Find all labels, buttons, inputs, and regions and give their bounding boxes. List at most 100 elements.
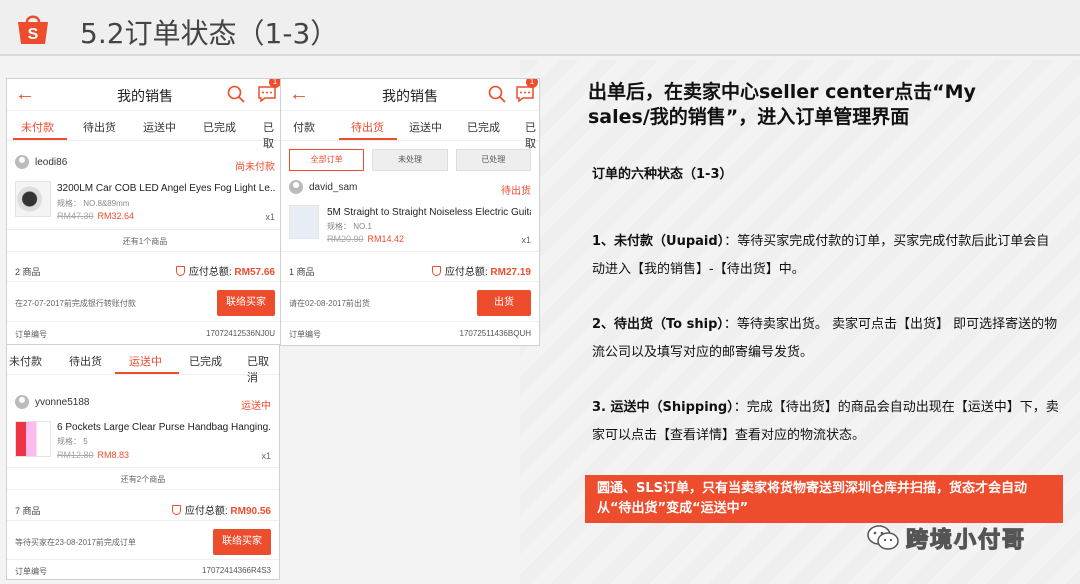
divider [281, 251, 539, 252]
status-unpaid-description: 1、未付款（Uupaid）：等待买家完成付款的订单，买家完成付款后此订单会自动进… [592, 228, 1062, 284]
buyer-name: david_sam [309, 181, 358, 193]
original-price: RM12.80 [57, 450, 94, 460]
order-number-label: 订单编号 [15, 330, 47, 339]
sale-price: RM32.64 [97, 211, 135, 221]
tab-to-ship[interactable]: 待出货 [351, 119, 384, 135]
tab-completed[interactable]: 已完成 [467, 119, 500, 135]
order-number: 17072414366R4S3 [202, 566, 271, 575]
contact-buyer-button[interactable]: 联络买家 [217, 290, 275, 316]
status-shipping-title: 3. 运送中（Shipping） [592, 400, 734, 415]
slide-title: 5.2订单状态（1-3） [80, 17, 339, 50]
tab-completed[interactable]: 已完成 [203, 119, 236, 135]
order-total: 应付总额: RM57.66 [175, 263, 275, 278]
product-spec: 规格： NO.1 [327, 222, 372, 231]
product-name[interactable]: 6 Pockets Large Clear Purse Handbag Hang… [57, 422, 271, 433]
total-amount: RM57.66 [234, 267, 275, 278]
shopee-logo-icon: S [18, 15, 48, 44]
status-to-ship-title: 2、待出货（To ship） [592, 317, 724, 332]
product-image[interactable] [289, 205, 319, 239]
tab-unpaid[interactable]: 未付款 [21, 119, 54, 135]
watermark-text: 跨境小付哥 [905, 527, 1027, 553]
divider [7, 229, 283, 230]
more-items-link[interactable]: 还有1个商品 [7, 236, 283, 247]
item-count: 2 商品 [15, 267, 41, 277]
status-to-ship-description: 2、待出货（To ship）：等待卖家出货。 卖家可点击【出货】 即可选择寄送的… [592, 311, 1062, 367]
tab-unpaid[interactable]: 未付款 [9, 353, 42, 369]
active-tab-indicator [339, 138, 397, 140]
product-name[interactable]: 3200LM Car COB LED Angel Eyes Fog Light … [57, 183, 275, 194]
item-count: 1 商品 [289, 267, 315, 277]
wechat-icon [867, 525, 899, 550]
topbar: ← 我的销售 1 [7, 79, 283, 111]
subtitle: 订单的六种状态（1-3） [592, 167, 733, 182]
divider [7, 559, 279, 560]
tab-completed[interactable]: 已完成 [189, 353, 222, 369]
status-tabs: 付款 待出货 运送中 已完成 已取 [281, 111, 539, 150]
tab-to-ship[interactable]: 待出货 [69, 353, 102, 369]
divider [7, 321, 283, 322]
total-label: 应付总额: [188, 267, 232, 278]
original-price: RM20.90 [327, 234, 364, 244]
search-icon[interactable] [227, 85, 245, 103]
search-icon[interactable] [488, 85, 506, 103]
contact-buyer-button[interactable]: 联络买家 [213, 529, 271, 555]
phone-to-ship: ← 我的销售 1 付款 待出货 运送中 已完成 已取 全部订单 未处理 已处理 … [280, 78, 540, 346]
tab-shipping[interactable]: 运送中 [409, 119, 442, 135]
product-image[interactable] [15, 181, 51, 217]
order-number-label: 订单编号 [289, 330, 321, 339]
active-tab-indicator [115, 372, 179, 374]
more-items-link[interactable]: 还有2个商品 [7, 474, 279, 485]
slide-header: S 5.2订单状态（1-3） [0, 0, 1080, 56]
svg-text:S: S [28, 26, 39, 43]
order-status: 待出货 [501, 186, 531, 197]
buyer-name: leodi86 [35, 156, 68, 168]
avatar [289, 180, 303, 194]
buyer-row[interactable]: yvonne5188 [15, 395, 279, 409]
product-price: RM12.80 RM8.83 [57, 450, 129, 460]
divider [7, 489, 279, 490]
order-number: 17072412536NJ0U [206, 329, 275, 338]
tab-to-ship[interactable]: 待出货 [83, 119, 116, 135]
payment-deadline-note: 在27-07-2017前完成银行转账付款 [15, 299, 136, 308]
tab-cancelled[interactable]: 已取 [525, 119, 539, 151]
tab-unpaid[interactable]: 付款 [293, 119, 315, 135]
ship-button[interactable]: 出货 [477, 290, 531, 316]
original-price: RM47.30 [57, 211, 94, 221]
tab-cancelled[interactable]: 已取消 [247, 353, 279, 385]
shield-icon [175, 266, 185, 276]
order-status: 运送中 [241, 401, 271, 412]
phone-unpaid: ← 我的销售 1 未付款 待出货 运送中 已完成 已取 leodi86 尚未付款… [6, 78, 284, 346]
divider [7, 520, 279, 521]
order-number-label: 订单编号 [15, 567, 47, 576]
quantity: x1 [265, 212, 275, 222]
filter-unprocessed[interactable]: 未处理 [372, 149, 448, 171]
product-spec: 规格： NO.8&89mm [57, 199, 130, 208]
divider [7, 467, 279, 468]
callout-note: 圆通、SLS订单，只有当卖家将货物寄送到深圳仓库并扫描，货态才会自动从“待出货”… [585, 475, 1063, 523]
filter-all-orders[interactable]: 全部订单 [289, 149, 365, 171]
tab-shipping[interactable]: 运送中 [129, 353, 162, 369]
divider [7, 251, 283, 252]
ship-deadline-note: 请在02-08-2017前出货 [289, 299, 370, 308]
total-label: 应付总额: [184, 506, 228, 517]
product-name[interactable]: 5M Straight to Straight Noiseless Electr… [327, 207, 531, 218]
buyer-name: yvonne5188 [35, 396, 90, 408]
phone-shipping: 未付款 待出货 运送中 已完成 已取消 yvonne5188 运送中 6 Poc… [6, 344, 280, 580]
order-total: 应付总额: RM90.56 [171, 502, 271, 517]
active-tab-indicator [13, 138, 67, 140]
filter-processed[interactable]: 已处理 [455, 149, 531, 171]
product-image[interactable] [15, 421, 51, 457]
status-tabs: 未付款 待出货 运送中 已完成 已取消 [7, 345, 279, 384]
quantity: x1 [521, 235, 531, 245]
order-number-row: 订单编号 17072414366R4S3 [15, 566, 271, 577]
quantity: x1 [261, 451, 271, 461]
total-amount: RM27.19 [490, 267, 531, 278]
tab-shipping[interactable]: 运送中 [143, 119, 176, 135]
order-filter-group: 全部订单 未处理 已处理 [289, 149, 531, 171]
shield-icon [171, 505, 181, 515]
status-shipping-description: 3. 运送中（Shipping）：完成【待出货】的商品会自动出现在【运送中】下，… [592, 394, 1062, 450]
divider [281, 321, 539, 322]
order-number-row: 订单编号 17072511436BQUH [289, 329, 531, 340]
divider [7, 281, 283, 282]
sale-price: RM14.42 [367, 234, 405, 244]
